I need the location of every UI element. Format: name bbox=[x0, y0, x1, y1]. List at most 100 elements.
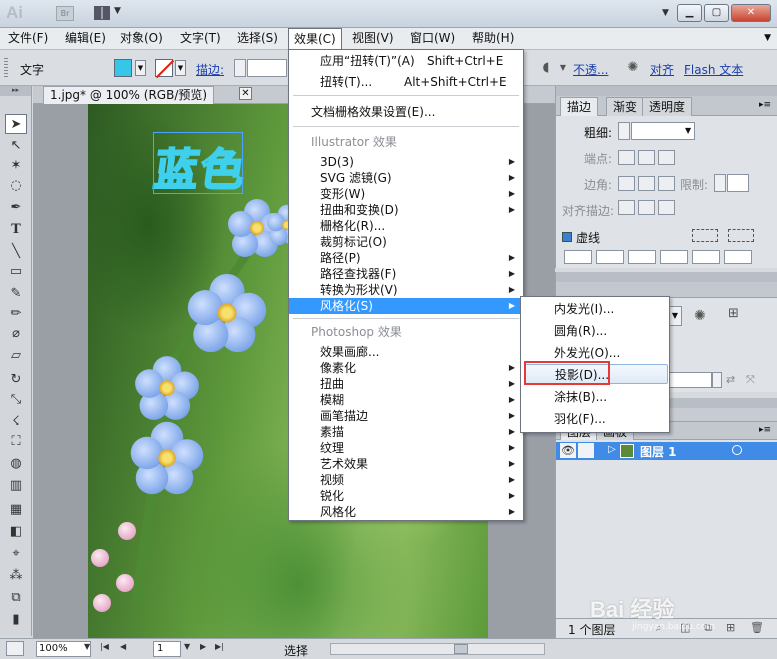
panel-menu-icon[interactable]: ▸≡ bbox=[759, 425, 771, 435]
expand-icon[interactable]: ▷ bbox=[608, 444, 616, 455]
menu-edit[interactable]: 编辑(E) bbox=[60, 28, 111, 49]
dash-preset-icon[interactable] bbox=[728, 229, 754, 242]
tab-gradient[interactable]: 渐变 bbox=[606, 97, 645, 116]
graph-tool-icon[interactable]: ▥ bbox=[5, 476, 27, 496]
submenu-item-round-corners[interactable]: 圆角(R)... bbox=[521, 321, 669, 341]
panel-menu-icon[interactable]: ▸≡ bbox=[759, 100, 771, 110]
menu-item-rasterize[interactable]: 栅格化(R)... bbox=[289, 218, 523, 234]
chevron-down-icon[interactable]: ▼ bbox=[685, 126, 691, 135]
opacity-link[interactable]: 不透... bbox=[573, 61, 608, 78]
menu-view[interactable]: 视图(V) bbox=[347, 28, 399, 49]
align-center-icon[interactable] bbox=[618, 200, 635, 215]
pen-tool-icon[interactable]: ✒ bbox=[5, 198, 27, 218]
menu-item-brush-strokes[interactable]: 画笔描边 ▶ bbox=[289, 408, 523, 424]
maximize-button[interactable]: ▢ bbox=[704, 4, 729, 22]
magic-wand-tool-icon[interactable]: ✶ bbox=[5, 156, 27, 176]
last-page-icon[interactable]: ▶| bbox=[215, 642, 224, 651]
menu-item-sketch[interactable]: 素描 ▶ bbox=[289, 424, 523, 440]
value-stepper[interactable] bbox=[712, 372, 722, 388]
menu-item-pathfinder[interactable]: 路径查找器(F) ▶ bbox=[289, 266, 523, 282]
swap-icon[interactable]: ⤧ bbox=[746, 373, 755, 387]
menu-item-stylize-photoshop[interactable]: 风格化 ▶ bbox=[289, 504, 523, 520]
fill-dropdown[interactable]: ▼ bbox=[135, 60, 146, 76]
stroke-weight-input[interactable] bbox=[247, 59, 287, 77]
close-button[interactable]: ✕ bbox=[731, 4, 771, 22]
menu-item-texture[interactable]: 纹理 ▶ bbox=[289, 440, 523, 456]
paintbrush-tool-icon[interactable]: ✎ bbox=[5, 284, 27, 304]
new-layer-icon[interactable]: ⊞ bbox=[726, 621, 735, 634]
dash-field[interactable] bbox=[628, 250, 656, 264]
menu-item-apply-twist[interactable]: 应用“扭转(T)”(A) Shift+Ctrl+E bbox=[289, 53, 523, 69]
rotate-tool-icon[interactable]: ↻ bbox=[5, 370, 27, 390]
scroll-thumb[interactable] bbox=[454, 644, 468, 654]
unlink-icon[interactable]: ⇄ bbox=[726, 373, 735, 386]
gear-icon[interactable]: ✺ bbox=[694, 308, 706, 324]
menu-file[interactable]: 文件(F) bbox=[3, 28, 53, 49]
document-tab[interactable]: 1.jpg* @ 100% (RGB/预览) bbox=[43, 86, 215, 104]
menu-item-svg-filters[interactable]: SVG 滤镜(G) ▶ bbox=[289, 170, 523, 186]
menu-item-pixelate[interactable]: 像素化 ▶ bbox=[289, 360, 523, 376]
menu-item-artistic[interactable]: 艺术效果 ▶ bbox=[289, 456, 523, 472]
weight-stepper[interactable] bbox=[618, 122, 630, 140]
dash-field[interactable] bbox=[692, 250, 720, 264]
round-join-icon[interactable] bbox=[638, 176, 655, 191]
scale-tool-icon[interactable]: ⤡ bbox=[5, 390, 27, 410]
submenu-item-scribble[interactable]: 涂抹(B)... bbox=[521, 387, 669, 407]
dash-field[interactable] bbox=[564, 250, 592, 264]
layer-row[interactable]: 👁 ▷ 图层 1 bbox=[556, 442, 777, 460]
flash-text-link[interactable]: Flash 文本 bbox=[684, 61, 743, 78]
gap-field[interactable] bbox=[724, 250, 752, 264]
menu-item-convert-to-shape[interactable]: 转换为形状(V) ▶ bbox=[289, 282, 523, 298]
menu-effect[interactable]: 效果(C) bbox=[288, 28, 342, 49]
menu-item-effect-gallery[interactable]: 效果画廊... bbox=[289, 344, 523, 360]
brush-icon[interactable]: ◖ bbox=[538, 60, 554, 76]
fill-color-swatch[interactable] bbox=[114, 59, 132, 77]
menu-item-stylize-illustrator[interactable]: 风格化(S) ▶ bbox=[289, 298, 523, 314]
horizontal-scrollbar[interactable] bbox=[330, 643, 545, 655]
menu-item-distort-transform[interactable]: 扭曲和变换(D) ▶ bbox=[289, 202, 523, 218]
zoom-field[interactable]: 100% bbox=[36, 641, 91, 657]
menu-item-blur[interactable]: 模糊 ▶ bbox=[289, 392, 523, 408]
gap-field[interactable] bbox=[660, 250, 688, 264]
eraser-tool-icon[interactable]: ▱ bbox=[5, 346, 27, 366]
menu-item-3d[interactable]: 3D(3) ▶ bbox=[289, 154, 523, 170]
arrange-documents-icon[interactable] bbox=[94, 6, 110, 20]
panel-grip[interactable] bbox=[556, 86, 777, 96]
menu-help[interactable]: 帮助(H) bbox=[467, 28, 519, 49]
submenu-item-inner-glow[interactable]: 内发光(I)... bbox=[521, 299, 669, 319]
stroke-link[interactable]: 描边: bbox=[196, 61, 224, 78]
menu-item-path[interactable]: 路径(P) ▶ bbox=[289, 250, 523, 266]
direct-selection-tool-icon[interactable]: ↖ bbox=[5, 136, 27, 156]
menu-item-crop-marks[interactable]: 裁剪标记(O) bbox=[289, 234, 523, 250]
eyedropper-tool-icon[interactable]: ⌖ bbox=[5, 544, 27, 564]
first-page-icon[interactable]: |◀ bbox=[100, 642, 109, 651]
close-icon[interactable]: ✕ bbox=[239, 87, 252, 100]
prev-page-icon[interactable]: ◀ bbox=[120, 642, 126, 651]
trash-icon[interactable]: 🗑 bbox=[750, 621, 764, 634]
lasso-tool-icon[interactable]: ◌ bbox=[5, 176, 27, 196]
pencil-tool-icon[interactable]: ✏ bbox=[5, 304, 27, 324]
menu-item-warp[interactable]: 变形(W) ▶ bbox=[289, 186, 523, 202]
submenu-item-outer-glow[interactable]: 外发光(O)... bbox=[521, 343, 669, 363]
selection-bounding-box[interactable] bbox=[153, 132, 243, 194]
align-outside-icon[interactable] bbox=[658, 200, 675, 215]
blob-brush-tool-icon[interactable]: ⌀ bbox=[5, 324, 27, 344]
grip-icon[interactable] bbox=[4, 58, 8, 78]
butt-cap-icon[interactable] bbox=[618, 150, 635, 165]
shape-builder-tool-icon[interactable]: ◍ bbox=[5, 454, 27, 474]
new-item-icon[interactable]: ⊞ bbox=[728, 306, 739, 321]
toolbox-collapse-icon[interactable]: ▸▸ bbox=[0, 86, 31, 96]
limit-stepper[interactable] bbox=[714, 174, 726, 192]
minimize-button[interactable]: ▁ bbox=[677, 4, 702, 22]
stroke-weight-stepper[interactable] bbox=[234, 59, 246, 77]
menu-item-twist[interactable]: 扭转(T)... Alt+Shift+Ctrl+E bbox=[289, 74, 523, 90]
gradient-tool-icon[interactable]: ◧ bbox=[5, 522, 27, 542]
square-cap-icon[interactable] bbox=[658, 150, 675, 165]
tab-stroke[interactable]: 描边 bbox=[560, 97, 599, 116]
artboard-icon[interactable] bbox=[6, 641, 24, 656]
chevron-down-icon[interactable]: ▼ bbox=[84, 642, 90, 651]
align-inside-icon[interactable] bbox=[638, 200, 655, 215]
stroke-color-swatch[interactable] bbox=[155, 59, 173, 77]
menu-item-video[interactable]: 视频 ▶ bbox=[289, 472, 523, 488]
line-tool-icon[interactable]: ╲ bbox=[5, 242, 27, 262]
